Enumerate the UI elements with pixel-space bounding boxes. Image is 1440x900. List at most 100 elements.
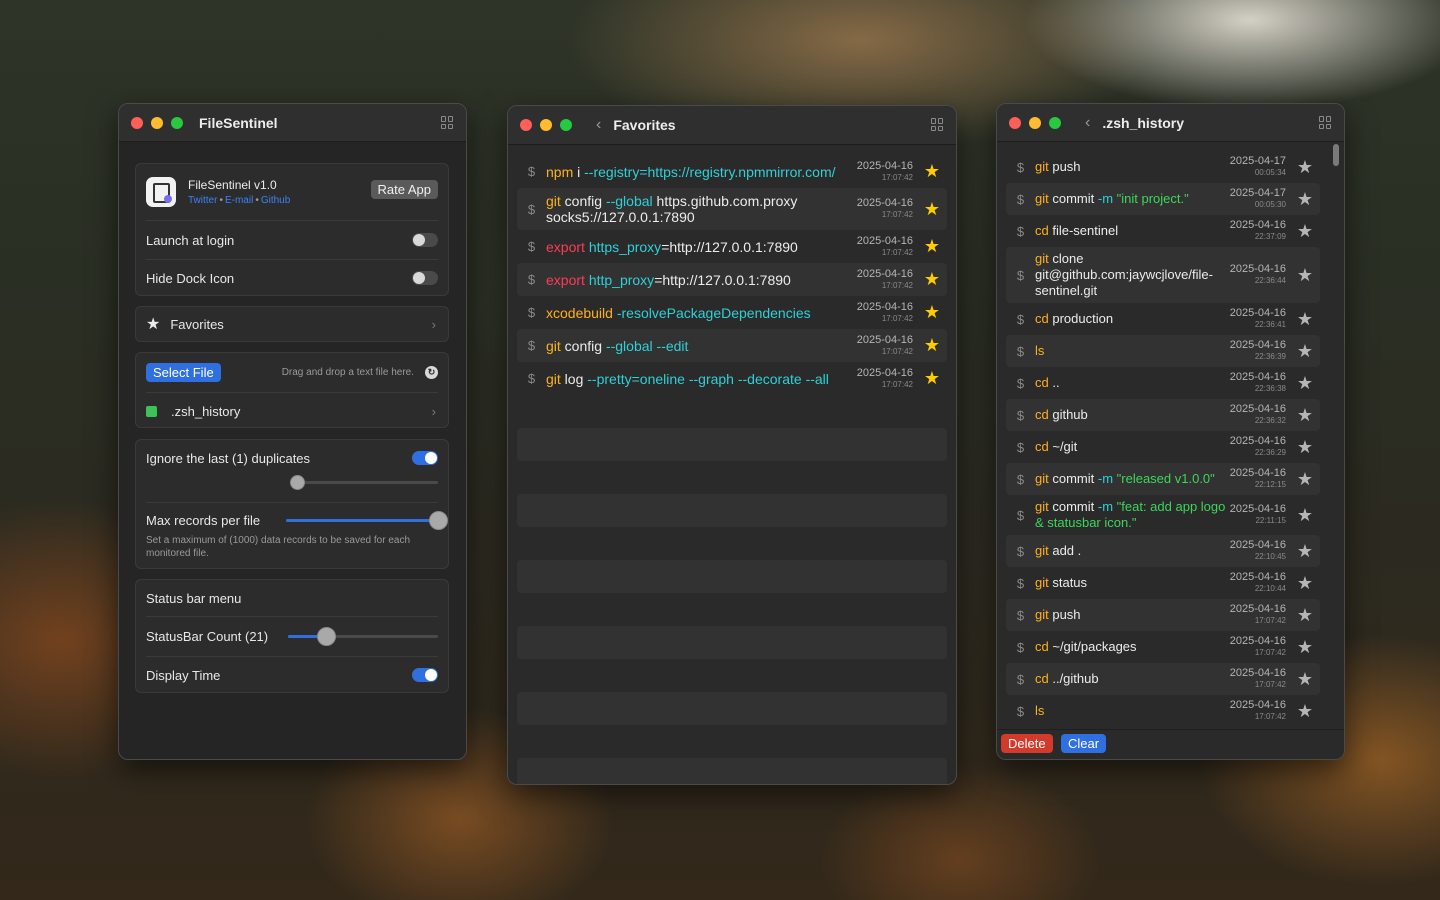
- titlebar[interactable]: ‹ Favorites: [508, 106, 956, 145]
- star-icon[interactable]: ★: [921, 302, 943, 323]
- list-item[interactable]: $ git status 2025-04-16 22:10:44 ★: [1006, 567, 1320, 599]
- timestamp: 2025-04-16 17:07:42: [857, 301, 913, 324]
- titlebar[interactable]: FileSentinel: [119, 104, 466, 142]
- max-records-slider[interactable]: [286, 511, 448, 530]
- close-window-button[interactable]: [520, 119, 532, 131]
- favorites-card[interactable]: ★ Favorites ›: [135, 306, 449, 342]
- rate-app-button[interactable]: Rate App: [370, 180, 438, 199]
- hide-dock-icon-toggle[interactable]: [412, 271, 438, 285]
- star-icon[interactable]: ★: [1294, 701, 1316, 722]
- command-token: push: [1048, 607, 1081, 622]
- list-item[interactable]: $ git commit -m "feat: add app logo & sta…: [1006, 495, 1320, 535]
- titlebar[interactable]: ‹ .zsh_history: [997, 104, 1344, 142]
- star-icon[interactable]: ★: [921, 161, 943, 182]
- list-item[interactable]: $ xcodebuild -resolvePackageDependencies 2…: [517, 296, 947, 329]
- ignore-duplicates-row: Ignore the last (1) duplicates: [136, 446, 448, 470]
- list-item[interactable]: $ npm i --registry=https://registry.npmmi…: [517, 155, 947, 188]
- star-icon[interactable]: ★: [921, 199, 943, 220]
- empty-row: [517, 560, 947, 593]
- minimize-window-button[interactable]: [151, 116, 163, 129]
- grid-icon[interactable]: [441, 116, 454, 129]
- minimize-window-button[interactable]: [1029, 116, 1041, 129]
- list-item[interactable]: $ cd .. 2025-04-16 22:36:38 ★: [1006, 367, 1320, 399]
- list-item[interactable]: $ git clone git@github.com:jaywcjlove/fil…: [1006, 247, 1320, 303]
- star-icon[interactable]: ★: [1294, 637, 1316, 658]
- list-item[interactable]: $ git push 2025-04-17 00:05:34 ★: [1006, 151, 1320, 183]
- star-icon[interactable]: ★: [921, 236, 943, 257]
- star-icon[interactable]: ★: [1294, 437, 1316, 458]
- star-icon[interactable]: ★: [1294, 341, 1316, 362]
- clear-button[interactable]: Clear: [1061, 734, 1107, 753]
- list-item[interactable]: $ export https_proxy=http://127.0.0.1:789…: [517, 230, 947, 263]
- favorites-row[interactable]: ★ Favorites ›: [136, 307, 448, 341]
- grid-icon[interactable]: [1319, 116, 1332, 129]
- slider-thumb[interactable]: [429, 511, 448, 530]
- github-link[interactable]: Github: [261, 195, 290, 206]
- back-chevron-icon[interactable]: ‹: [1085, 114, 1090, 132]
- list-item[interactable]: $ cd ../github 2025-04-16 17:07:42 ★: [1006, 663, 1320, 695]
- star-icon[interactable]: ★: [921, 335, 943, 356]
- links: Twitter • E-mail • Github: [188, 195, 291, 206]
- zoom-window-button[interactable]: [560, 119, 572, 131]
- ignore-duplicates-slider[interactable]: [290, 475, 438, 490]
- back-chevron-icon[interactable]: ‹: [596, 116, 601, 134]
- star-icon[interactable]: ★: [1294, 573, 1316, 594]
- star-icon[interactable]: ★: [1294, 405, 1316, 426]
- list-item[interactable]: $ git config --global --edit 2025-04-16 17:…: [517, 329, 947, 362]
- slider-thumb[interactable]: [316, 627, 336, 646]
- list-item[interactable]: $ git commit -m "init project." 2025-04-17…: [1006, 183, 1320, 215]
- list-item[interactable]: $ git config --global https.github.com.pr…: [517, 188, 947, 230]
- list-item[interactable]: $ export http_proxy=http://127.0.0.1:7890…: [517, 263, 947, 296]
- star-icon[interactable]: ★: [1294, 669, 1316, 690]
- star-icon[interactable]: ★: [1294, 373, 1316, 394]
- command-token: status: [1048, 575, 1088, 590]
- watched-file-row[interactable]: .zsh_history ›: [136, 393, 448, 429]
- star-icon[interactable]: ★: [1294, 505, 1316, 526]
- minimize-window-button[interactable]: [540, 119, 552, 131]
- star-icon[interactable]: ★: [1294, 605, 1316, 626]
- launch-at-login-toggle[interactable]: [412, 233, 438, 247]
- zoom-window-button[interactable]: [171, 116, 183, 129]
- close-window-button[interactable]: [131, 116, 143, 129]
- command-text: git clone git@github.com:jaywcjlove/file…: [1035, 251, 1230, 299]
- delete-button[interactable]: Delete: [1001, 734, 1053, 753]
- refresh-icon[interactable]: ↻: [425, 365, 438, 379]
- star-icon[interactable]: ★: [1294, 221, 1316, 242]
- list-item[interactable]: $ ls 2025-04-16 22:36:39 ★: [1006, 335, 1320, 367]
- list-item[interactable]: $ git push 2025-04-16 17:07:42 ★: [1006, 599, 1320, 631]
- grid-icon[interactable]: [931, 118, 944, 131]
- star-icon[interactable]: ★: [921, 269, 943, 290]
- list-item[interactable]: $ cd github 2025-04-16 22:36:32 ★: [1006, 399, 1320, 431]
- star-icon[interactable]: ★: [1294, 189, 1316, 210]
- display-time-row: Display Time: [136, 657, 448, 693]
- email-link[interactable]: E-mail: [225, 195, 253, 206]
- select-file-button[interactable]: Select File: [146, 362, 221, 382]
- list-item[interactable]: $ ls 2025-04-16 17:07:42 ★: [1006, 695, 1320, 727]
- star-icon[interactable]: ★: [1294, 309, 1316, 330]
- slider-thumb[interactable]: [290, 475, 305, 490]
- list-item[interactable]: $ cd production 2025-04-16 22:36:41 ★: [1006, 303, 1320, 335]
- list-item[interactable]: $ cd ~/git 2025-04-16 22:36:29 ★: [1006, 431, 1320, 463]
- select-file-row: Select File Drag and drop a text file he…: [136, 353, 448, 391]
- star-icon[interactable]: ★: [1294, 157, 1316, 178]
- star-icon[interactable]: ★: [1294, 265, 1316, 286]
- scrollbar[interactable]: [1333, 144, 1339, 166]
- command-text: cd production: [1035, 311, 1230, 327]
- statusbar-count-slider[interactable]: [288, 627, 438, 646]
- hide-dock-icon-label: Hide Dock Icon: [146, 270, 235, 286]
- max-records-label: Max records per file: [146, 512, 261, 528]
- list-item[interactable]: $ cd ~/git/packages 2025-04-16 17:07:42 ★: [1006, 631, 1320, 663]
- list-item[interactable]: $ cd file-sentinel 2025-04-16 22:37:09 ★: [1006, 215, 1320, 247]
- ignore-duplicates-toggle[interactable]: [412, 451, 438, 465]
- list-item[interactable]: $ git log --pretty=oneline --graph --deco…: [517, 362, 947, 395]
- star-icon[interactable]: ★: [921, 368, 943, 389]
- close-window-button[interactable]: [1009, 116, 1021, 129]
- command-text: git commit -m "feat: add app logo & stat…: [1035, 499, 1230, 531]
- display-time-toggle[interactable]: [412, 668, 438, 682]
- star-icon[interactable]: ★: [1294, 469, 1316, 490]
- star-icon[interactable]: ★: [1294, 541, 1316, 562]
- list-item[interactable]: $ git add . 2025-04-16 22:10:45 ★: [1006, 535, 1320, 567]
- zoom-window-button[interactable]: [1049, 116, 1061, 129]
- twitter-link[interactable]: Twitter: [188, 195, 217, 206]
- list-item[interactable]: $ git commit -m "released v1.0.0" 2025-04-…: [1006, 463, 1320, 495]
